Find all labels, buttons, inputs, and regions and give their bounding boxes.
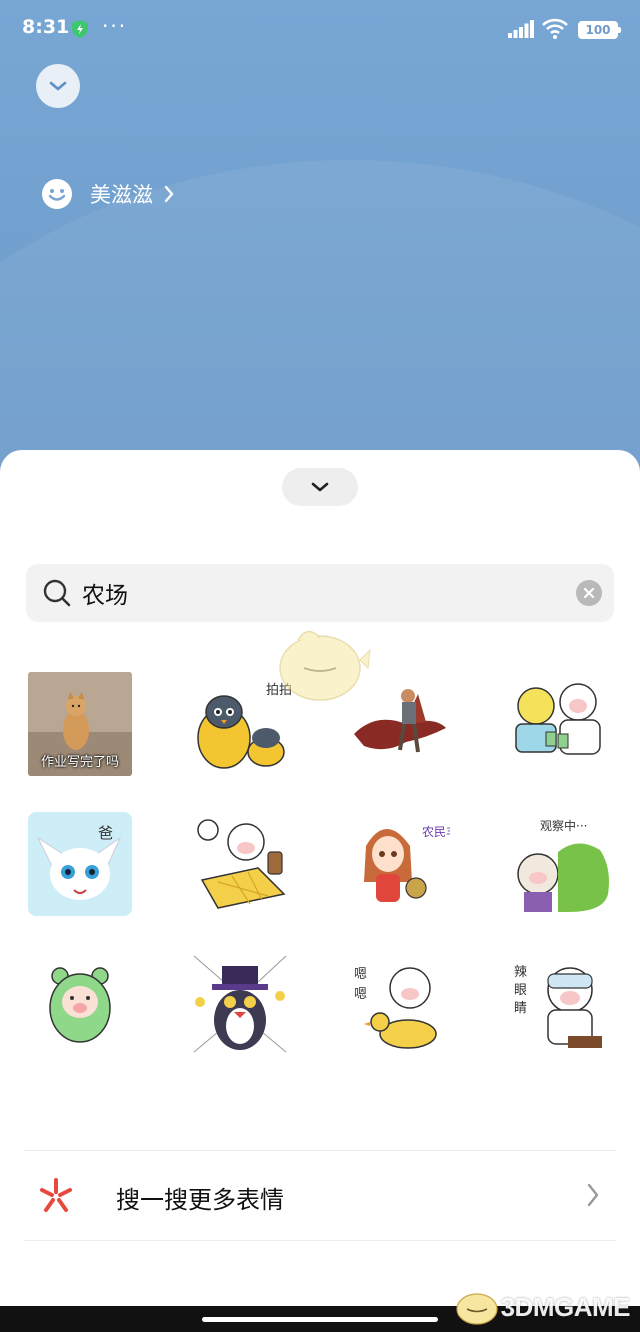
divider <box>24 1240 616 1241</box>
pig-duck-sticker-icon: 嗯 嗯 <box>354 967 437 1049</box>
penguin-hat-sticker-icon <box>193 955 287 1053</box>
sticker-pig-duck[interactable]: 嗯 嗯 <box>346 952 450 1056</box>
svg-text:辣: 辣 <box>514 965 527 980</box>
close-icon <box>583 587 595 599</box>
avatar-name: 美滋滋 <box>90 183 153 207</box>
chevron-down-icon <box>49 81 67 91</box>
sticker-pig-bed[interactable] <box>188 812 292 916</box>
sticker-chick-floating[interactable] <box>268 620 372 710</box>
avatar-link[interactable]: 美滋滋 <box>42 176 175 212</box>
white-fox-sticker-icon: 爸 <box>36 824 122 900</box>
sticker-white-fox[interactable]: 爸 <box>28 812 132 916</box>
battery-indicator: 100 <box>578 21 621 39</box>
home-indicator[interactable] <box>202 1317 438 1322</box>
notification-dots: ··· <box>102 14 128 38</box>
sticker-pig-goggles[interactable]: 辣 眼 睛 <box>508 952 612 1056</box>
sticker-caption: 作业写完了吗 <box>40 755 119 770</box>
sticker-pig-bush[interactable]: 观察中··· <box>508 812 612 916</box>
svg-text:爸: 爸 <box>98 824 113 842</box>
chevron-right-icon <box>164 185 174 203</box>
svg-text:睛: 睛 <box>514 1001 527 1016</box>
sparkle-icon <box>40 1178 72 1212</box>
signal-icon <box>508 20 534 38</box>
sticker-girl-drum[interactable]: 农民丰收啦 <box>346 812 450 916</box>
svg-text:眼: 眼 <box>514 983 527 998</box>
pig-goggles-sticker-icon: 辣 眼 睛 <box>514 965 602 1048</box>
status-time: 8:31 <box>22 16 70 38</box>
watermark-text: 3DMGAME <box>500 1291 631 1322</box>
pig-cards-sticker-icon <box>515 683 601 755</box>
search-more-stickers-button[interactable]: 搜一搜更多表情 <box>24 1152 616 1240</box>
sticker-cat-photo[interactable]: 作业写完了吗 <box>28 672 132 776</box>
sticker-sheet: 作业写完了吗 拍拍 <box>0 450 640 1306</box>
watermark: 3DMGAME <box>453 1284 631 1330</box>
smiley-icon <box>42 179 72 209</box>
status-bar: 8:31 ··· 100 <box>0 0 640 60</box>
wifi-icon <box>542 18 568 39</box>
collapse-button[interactable] <box>36 64 80 108</box>
search-input[interactable] <box>82 573 562 613</box>
search-icon <box>43 579 71 607</box>
svg-text:农民丰收啦: 农民丰收啦 <box>422 824 450 839</box>
pig-bed-sticker-icon <box>197 819 286 909</box>
sticker-green-pig[interactable] <box>28 952 132 1056</box>
sticker-pig-cards[interactable] <box>508 672 612 776</box>
sheet-collapse-button[interactable] <box>282 468 358 506</box>
svg-text:嗯: 嗯 <box>354 967 367 982</box>
chevron-right-icon <box>587 1183 599 1207</box>
clear-search-button[interactable] <box>576 580 602 606</box>
shield-icon <box>72 20 88 38</box>
chick-logo-icon <box>455 1293 498 1325</box>
girl-drum-sticker-icon: 农民丰收啦 <box>364 824 450 902</box>
divider <box>24 1150 616 1151</box>
background-area <box>0 0 640 470</box>
sticker-penguin-hat[interactable] <box>188 952 292 1056</box>
chick-sticker-icon <box>279 630 371 701</box>
svg-text:观察中···: 观察中··· <box>540 818 587 833</box>
search-more-label: 搜一搜更多表情 <box>116 1186 284 1214</box>
svg-text:嗯: 嗯 <box>354 987 367 1002</box>
green-pig-sticker-icon <box>49 967 111 1043</box>
pig-bush-sticker-icon: 观察中··· <box>517 818 609 912</box>
chevron-down-icon <box>311 482 329 492</box>
